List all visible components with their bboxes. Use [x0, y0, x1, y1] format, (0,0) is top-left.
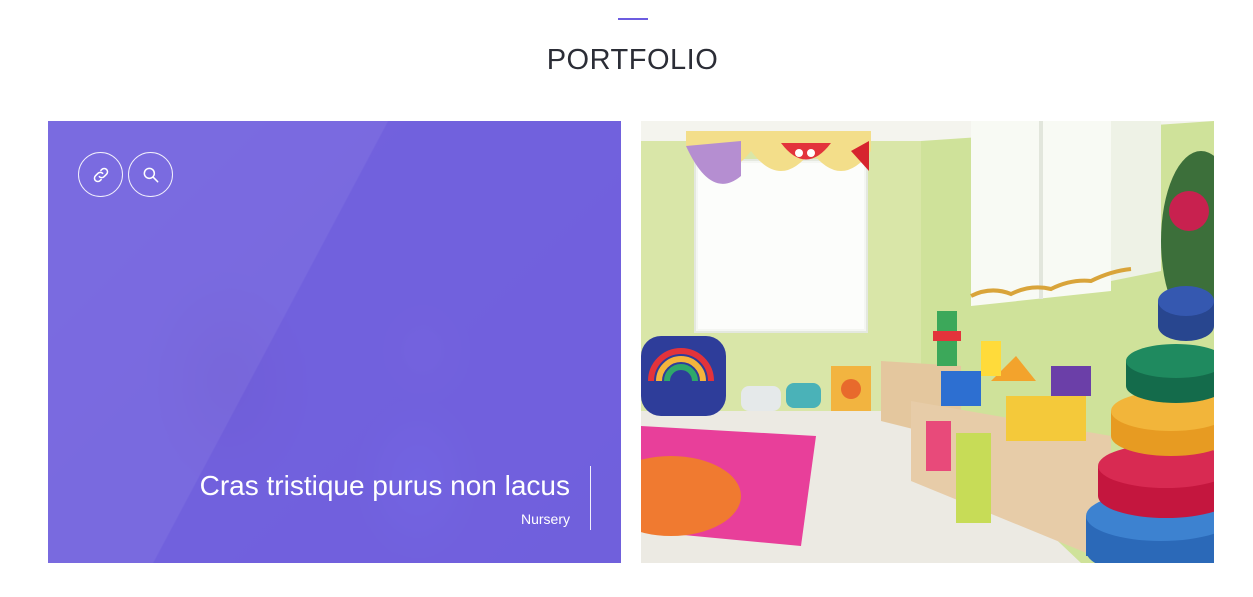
section-title: PORTFOLIO	[546, 44, 719, 76]
search-icon	[143, 167, 158, 182]
item-title[interactable]: Cras tristique purus non lacus	[200, 466, 570, 506]
link-button[interactable]	[78, 152, 123, 197]
portfolio-item-nursery[interactable]: Cras tristique purus non lacus Nursery	[48, 121, 621, 563]
portfolio-section: PORTFOLIO Cras tristique purus non lacus…	[0, 0, 1253, 597]
item-category[interactable]: Nursery	[200, 508, 570, 530]
portfolio-item-playroom[interactable]	[641, 121, 1214, 563]
link-icon	[93, 167, 108, 182]
item-caption: Cras tristique purus non lacus Nursery	[200, 466, 591, 530]
playroom-photo	[641, 121, 1214, 563]
playroom-illustration	[641, 121, 1214, 563]
zoom-button[interactable]	[128, 152, 173, 197]
title-accent-line	[618, 18, 648, 20]
